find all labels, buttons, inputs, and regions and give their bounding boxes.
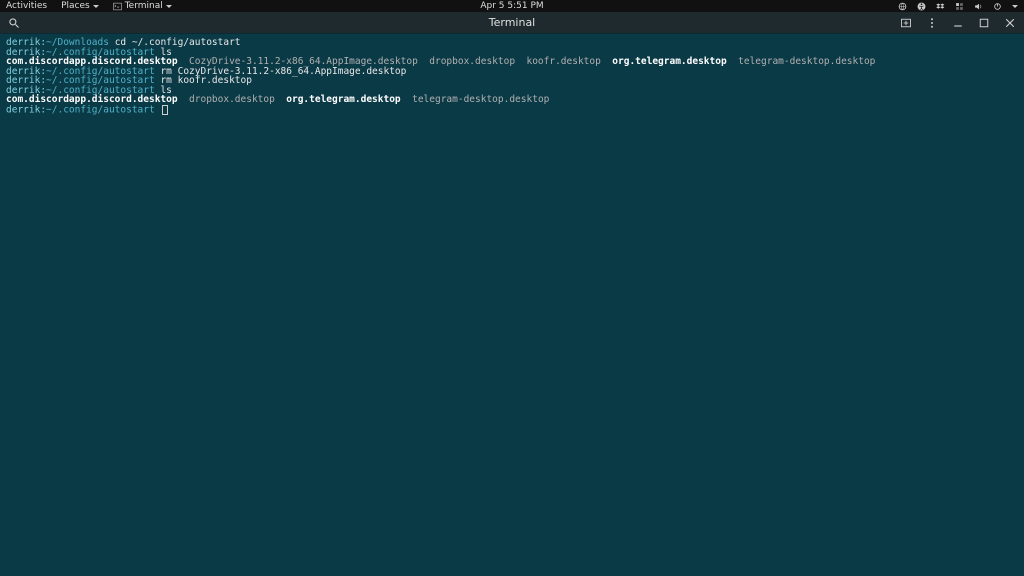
chevron-down-icon[interactable] [1012, 5, 1018, 8]
header-right [900, 17, 1016, 29]
topbar-left: Activities Places Terminal [6, 1, 172, 11]
terminal-icon [113, 2, 122, 11]
menu-icon[interactable] [926, 17, 938, 29]
file-entry: org.telegram.desktop [275, 94, 401, 105]
input-source-icon[interactable] [898, 2, 907, 11]
chevron-down-icon [166, 5, 172, 8]
command-text [155, 104, 161, 115]
header-left [8, 17, 20, 29]
topbar-right [898, 2, 1018, 11]
minimize-icon[interactable] [952, 17, 964, 29]
dropbox-icon[interactable] [936, 2, 945, 11]
workspace-icon[interactable] [955, 2, 964, 11]
places-label: Places [61, 1, 90, 11]
activities-label: Activities [6, 1, 47, 11]
file-entry: dropbox.desktop [418, 56, 515, 67]
window-title: Terminal [489, 16, 536, 29]
activities-button[interactable]: Activities [6, 1, 47, 11]
search-icon[interactable] [8, 17, 20, 29]
file-entry: telegram-desktop.desktop [727, 56, 876, 67]
file-entry: dropbox.desktop [178, 94, 275, 105]
prompt-user: derrik: [6, 104, 46, 115]
places-menu[interactable]: Places [61, 1, 99, 11]
app-menu[interactable]: Terminal [113, 1, 172, 11]
maximize-icon[interactable] [978, 17, 990, 29]
datetime-label: Apr 5 5:51 PM [480, 1, 543, 11]
app-menu-label: Terminal [125, 1, 163, 11]
file-entry: koofr.desktop [515, 56, 601, 67]
volume-icon[interactable] [974, 2, 983, 11]
terminal-headerbar: Terminal [0, 12, 1024, 34]
terminal-line: derrik:~/.config/autostart [6, 105, 1018, 115]
new-tab-icon[interactable] [900, 17, 912, 29]
file-entry: org.telegram.desktop [601, 56, 727, 67]
close-icon[interactable] [1004, 17, 1016, 29]
file-entry: telegram-desktop.desktop [401, 94, 550, 105]
chevron-down-icon [93, 5, 99, 8]
accessibility-icon[interactable] [917, 2, 926, 11]
terminal-body[interactable]: derrik:~/Downloads cd ~/.config/autostar… [0, 34, 1024, 119]
power-icon[interactable] [993, 2, 1002, 11]
cursor [162, 105, 168, 115]
topbar-datetime[interactable]: Apr 5 5:51 PM [480, 1, 543, 11]
gnome-topbar: Activities Places Terminal Apr 5 5:51 PM [0, 0, 1024, 12]
prompt-path: ~/.config/autostart [46, 104, 155, 115]
